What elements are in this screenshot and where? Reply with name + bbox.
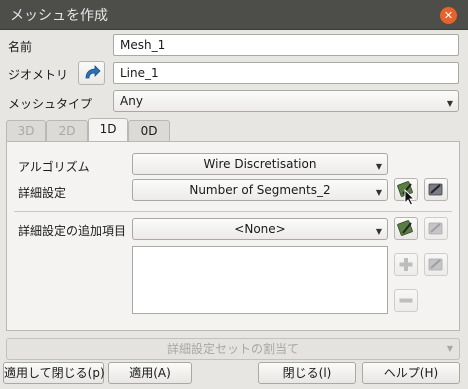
- hypothesis-hammer-icon: [428, 222, 443, 235]
- plus-icon: [399, 258, 413, 271]
- algorithm-label: アルゴリズム: [18, 160, 90, 174]
- geometry-select-button[interactable]: [78, 61, 105, 85]
- name-label: 名前: [8, 40, 33, 54]
- window-title: メッシュを作成: [10, 8, 108, 24]
- tab-2d[interactable]: 2D: [46, 120, 88, 142]
- hypothesis-select[interactable]: Number of Segments_2 ▼: [132, 179, 388, 201]
- hypothesis-hammer-icon: [428, 258, 443, 271]
- mouse-pointer-icon: [404, 189, 416, 206]
- chevron-down-icon: ▼: [375, 162, 382, 171]
- tab-3d[interactable]: 3D: [6, 120, 46, 142]
- algorithm-value: Wire Discretisation: [203, 157, 317, 171]
- add-additional-button[interactable]: [394, 253, 418, 276]
- apply-button[interactable]: 適用(A): [108, 362, 192, 384]
- algorithm-select[interactable]: Wire Discretisation ▼: [132, 153, 388, 175]
- mesh-type-value: Any: [120, 94, 143, 108]
- geometry-field[interactable]: Line_1: [113, 62, 459, 84]
- tab-1d[interactable]: 1D: [88, 118, 128, 142]
- hypothesis-wrench-icon: [397, 220, 413, 236]
- remove-additional-button[interactable]: [394, 289, 418, 312]
- minus-icon: [399, 298, 413, 303]
- geometry-label: ジオメトリ: [8, 68, 69, 82]
- chevron-down-icon: ▼: [446, 99, 453, 108]
- arrow-select-icon: [85, 65, 101, 79]
- chevron-down-icon: ▼: [375, 227, 382, 236]
- edit-hypothesis-button[interactable]: [394, 178, 418, 206]
- hypothesis-hammer-icon: [428, 183, 443, 196]
- assign-hypothesis-set-button[interactable]: 詳細設定セットの割当て ▼: [6, 338, 460, 360]
- apply-and-close-button[interactable]: 適用して閉じる(p): [3, 362, 105, 384]
- edit-additional-button[interactable]: [394, 217, 418, 240]
- close-button[interactable]: 閉じる(l): [258, 362, 356, 384]
- chevron-down-icon: ▼: [375, 188, 382, 197]
- additional-hypothesis-label: 詳細設定の追加項目: [18, 224, 127, 238]
- name-field[interactable]: Mesh_1: [113, 34, 459, 56]
- close-window-button[interactable]: ✕: [440, 7, 457, 24]
- hypothesis-label: 詳細設定: [18, 186, 67, 200]
- new-hypothesis-button[interactable]: [424, 178, 448, 201]
- chevron-down-icon: ▼: [446, 344, 453, 353]
- additional-hypothesis-list[interactable]: [132, 246, 388, 314]
- additional-hypothesis-select[interactable]: <None> ▼: [132, 218, 388, 240]
- new-additional-button[interactable]: [424, 217, 448, 240]
- edit-list-button[interactable]: [424, 253, 448, 276]
- additional-hypothesis-value: <None>: [234, 222, 286, 236]
- assign-hypothesis-set-label: 詳細設定セットの割当て: [166, 342, 299, 356]
- help-button[interactable]: ヘルプ(H): [362, 362, 460, 384]
- mesh-type-select[interactable]: Any ▼: [113, 90, 459, 112]
- close-icon: ✕: [443, 9, 454, 22]
- hypothesis-value: Number of Segments_2: [189, 183, 331, 197]
- section-divider: [14, 211, 452, 212]
- mesh-type-label: メッシュタイプ: [8, 97, 93, 111]
- tab-0d[interactable]: 0D: [128, 120, 170, 142]
